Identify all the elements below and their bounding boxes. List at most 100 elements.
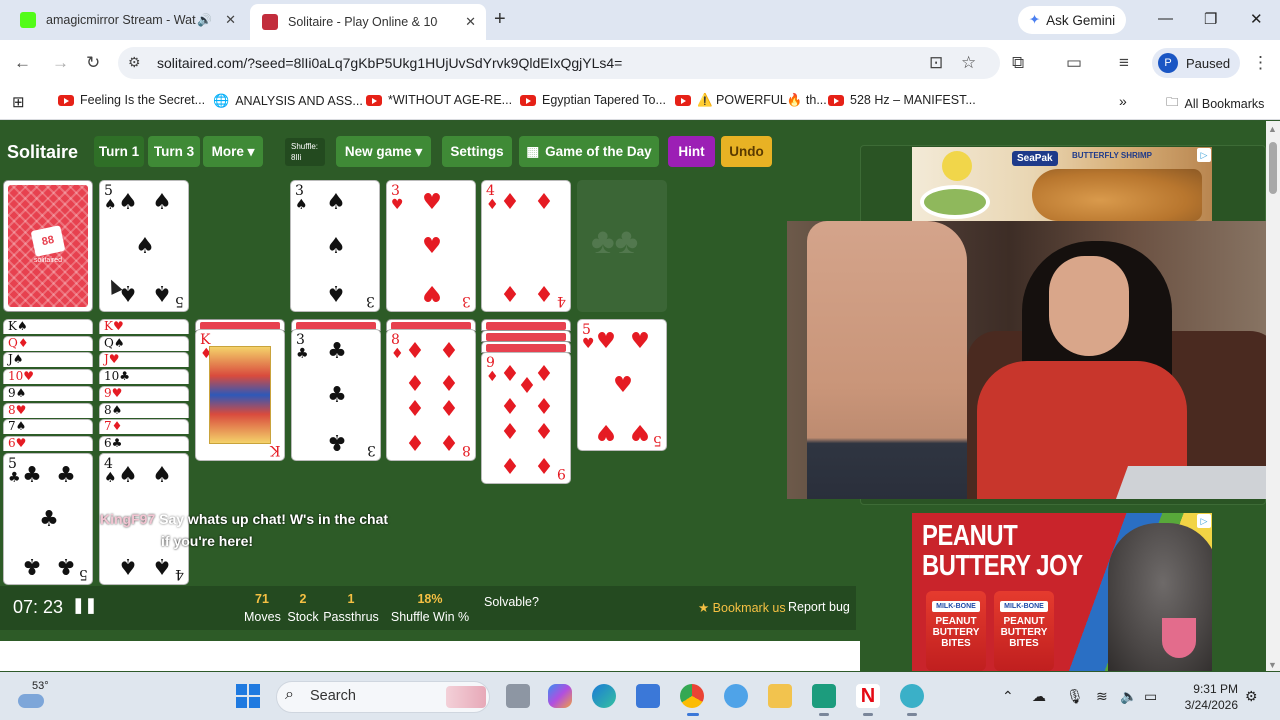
more-button[interactable]: More ▾	[203, 136, 263, 167]
install-app-icon[interactable]: ⊡	[929, 53, 943, 73]
bookmark-item[interactable]: 🌐 ANALYSIS AND ASS...	[213, 93, 363, 109]
bookmark-item[interactable]: 528 Hz – MANIFEST...	[828, 93, 976, 107]
undo-button[interactable]: Undo	[721, 136, 772, 167]
minimize-icon[interactable]: —	[1158, 10, 1173, 27]
tableau-card-strip[interactable]: 6♣	[99, 435, 189, 451]
battery-icon[interactable]: ▭	[1144, 688, 1157, 705]
new-game-button[interactable]: New game ▾	[336, 136, 431, 167]
stock-pile[interactable]: 88 solitaired	[3, 180, 93, 312]
scroll-down-icon[interactable]: ▼	[1268, 660, 1277, 670]
tab-search-icon[interactable]: ▭	[1066, 53, 1082, 73]
scrollbar[interactable]	[1266, 121, 1280, 671]
hint-button[interactable]: Hint	[668, 136, 715, 167]
new-tab-button[interactable]: +	[494, 8, 506, 31]
forward-icon[interactable]: →	[52, 53, 69, 73]
tableau-card-strip[interactable]: 10♥	[3, 369, 93, 385]
windows-start-icon[interactable]	[236, 684, 260, 708]
menu-dots-icon[interactable]: ⋮	[1252, 53, 1269, 73]
tableau-card-strip[interactable]: 6♥	[3, 435, 93, 451]
foundation-clubs-empty[interactable]: ♣♣	[577, 180, 667, 312]
microphone-icon[interactable]: 🎙	[1066, 688, 1084, 705]
tableau-card[interactable]: 8 ♦ ♦ ♦ ♦ ♦ ♦ ♦ ♦ ♦ 8	[386, 329, 476, 461]
milkbone-ad[interactable]: PEANUT BUTTERY JOY MILK-BONE PEANUT BUTTE…	[912, 513, 1212, 671]
tableau-card[interactable]: 3 ♣ ♣ ♣ ♣ 3	[291, 329, 381, 461]
scrollbar-thumb[interactable]	[1269, 142, 1277, 194]
bookmark-item[interactable]: ⚠️ POWERFUL🔥 th...	[675, 93, 827, 108]
bookmark-item[interactable]: *WITHOUT AGE-RE...	[366, 93, 512, 107]
card-pip: ♦	[500, 190, 520, 215]
bookmark-star-icon[interactable]: ☆	[961, 53, 976, 73]
bookmark-us-link[interactable]: ★ Bookmark us	[698, 600, 786, 615]
solvable-link[interactable]: Solvable?	[484, 595, 539, 609]
foundation-diamonds[interactable]: 4 ♦ ♦ ♦ ♦ ♦ 4	[481, 180, 571, 312]
tableau-card-strip[interactable]: K♥	[99, 319, 189, 334]
app-icon[interactable]	[812, 684, 836, 708]
profile-button[interactable]: P Paused	[1152, 48, 1240, 78]
reload-icon[interactable]: ↻	[86, 53, 100, 73]
close-tab-icon[interactable]: ✕	[465, 14, 476, 30]
extensions-icon[interactable]: ⧉	[1012, 53, 1024, 73]
app-icon[interactable]	[724, 684, 748, 708]
tab-stream[interactable]: amagicmirror Stream - Wat 🔊 ✕	[8, 4, 246, 36]
wifi-icon[interactable]: ≋	[1096, 688, 1108, 705]
tableau-card-strip[interactable]: 7♦	[99, 419, 189, 435]
tableau-card-strip[interactable]: 9♠	[3, 385, 93, 401]
url-text[interactable]: solitaired.com/?seed=8lIi0aLq7gKbP5Ukg1H…	[157, 55, 622, 71]
game-of-the-day-button[interactable]: ▦ Game of the Day	[519, 136, 659, 167]
back-icon[interactable]: ←	[14, 53, 31, 73]
tableau-card-strip[interactable]: 8♠	[99, 402, 189, 418]
media-controls-icon[interactable]: ≡	[1119, 53, 1129, 73]
turn3-button[interactable]: Turn 3	[148, 136, 200, 167]
tab-solitaire[interactable]: Solitaire - Play Online & 100% F ✕	[250, 4, 486, 40]
turn1-button[interactable]: Turn 1	[94, 136, 144, 167]
shuffle-indicator[interactable]: Shuffle: 8lIi	[285, 138, 325, 166]
tableau-card-strip[interactable]: J♥	[99, 352, 189, 368]
tableau-card-strip[interactable]: J♠	[3, 352, 93, 368]
chrome-icon[interactable]	[680, 684, 704, 708]
notifications-icon[interactable]: ⚙	[1245, 688, 1258, 705]
settings-button[interactable]: Settings	[442, 136, 512, 167]
tableau-card-strip[interactable]: 9♥	[99, 385, 189, 401]
scroll-up-icon[interactable]: ▲	[1268, 124, 1277, 134]
more-bookmarks-button[interactable]: »	[1119, 93, 1127, 109]
task-view-icon[interactable]	[506, 684, 530, 708]
restore-icon[interactable]: ❐	[1204, 10, 1217, 28]
tableau-card[interactable]: 9 ♦ ♦ ♦ ♦ ♦ ♦ ♦ ♦ ♦ ♦ 9	[481, 352, 571, 484]
system-clock[interactable]: 9:31 PM 3/24/2026	[1176, 681, 1238, 713]
store-icon[interactable]	[636, 684, 660, 708]
adchoices-icon[interactable]: ▷	[1197, 148, 1211, 162]
tableau-card-strip[interactable]: 7♠	[3, 419, 93, 435]
seapak-ad[interactable]: SeaPak BUTTERFLY SHRIMP	[912, 147, 1212, 223]
tableau-card[interactable]: 5 ♣ ♣ ♣ ♣ ♣ ♣ 5	[3, 453, 93, 585]
edge-icon[interactable]	[592, 684, 616, 708]
site-settings-icon[interactable]: ⚙	[128, 54, 141, 71]
bookmark-item[interactable]: Egyptian Tapered To...	[520, 93, 666, 107]
tableau-card-strip[interactable]: 10♣	[99, 369, 189, 385]
foundation-spades[interactable]: 3 ♠ ♠ ♠ ♠ 3	[290, 180, 380, 312]
tableau-card-king[interactable]: K ♦ K	[195, 329, 285, 461]
tableau-card-strip[interactable]: 8♥	[3, 402, 93, 418]
pause-icon[interactable]: ❚❚	[72, 596, 97, 614]
ad-headline: PEANUT BUTTERY JOY	[922, 520, 1083, 582]
tableau-card[interactable]: 5 ♥ ♥ ♥ ♥ ♥ ♥ 5	[577, 319, 667, 451]
adchoices-icon[interactable]: ▷	[1197, 514, 1211, 528]
ask-gemini-button[interactable]: ✦ Ask Gemini	[1018, 6, 1126, 34]
netflix-icon[interactable]: N	[856, 684, 880, 708]
close-window-icon[interactable]: ✕	[1250, 10, 1263, 28]
tableau-card-strip[interactable]: Q♦	[3, 335, 93, 351]
tableau-card-strip[interactable]: Q♠	[99, 335, 189, 351]
chevron-up-icon[interactable]: ⌃	[1002, 688, 1014, 705]
bookmark-item[interactable]: Feeling Is the Secret...	[58, 93, 205, 107]
app-icon[interactable]	[900, 684, 924, 708]
close-tab-icon[interactable]: ✕	[225, 12, 236, 28]
apps-grid-icon[interactable]: ⊞	[12, 93, 25, 111]
all-bookmarks-button[interactable]: 🗀 All Bookmarks	[1166, 93, 1264, 114]
report-bug-link[interactable]: Report bug	[788, 600, 850, 614]
volume-icon[interactable]: 🔈	[1120, 688, 1137, 705]
network-alert-icon[interactable]: ☁	[1032, 688, 1046, 705]
copilot-icon[interactable]	[548, 684, 572, 708]
speaker-icon[interactable]: 🔊	[197, 13, 212, 27]
tableau-card-strip[interactable]: K♠	[3, 319, 93, 334]
file-explorer-icon[interactable]	[768, 684, 792, 708]
foundation-hearts[interactable]: 3 ♥ ♥ ♥ ♥ 3	[386, 180, 476, 312]
